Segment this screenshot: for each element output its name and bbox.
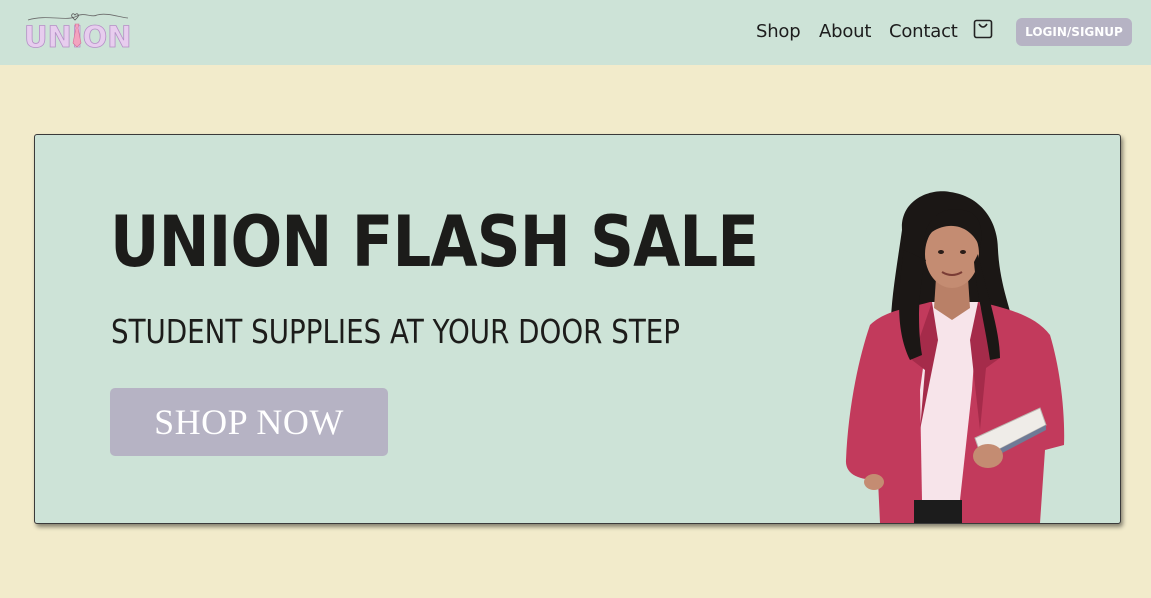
hero-title: UNION FLASH SALE [110,201,759,283]
union-logo[interactable]: UNION [22,10,134,52]
student-holding-book-photo [845,191,1065,523]
flash-sale-banner: UNION FLASH SALE STUDENT SUPPLIES AT YOU… [34,134,1121,524]
shopping-bag-icon[interactable] [972,18,994,40]
login-signup-button[interactable]: LOGIN/SIGNUP [1016,18,1132,46]
shop-now-button[interactable]: SHOP NOW [110,388,388,456]
hero-subtitle: STUDENT SUPPLIES AT YOUR DOOR STEP [111,312,680,351]
navbar: UNION Shop About Contact LOGIN/SIGNUP [0,0,1151,65]
nav-link-shop[interactable]: Shop [756,21,801,42]
nav-link-about[interactable]: About [819,21,871,42]
nav-link-contact[interactable]: Contact [889,21,958,42]
